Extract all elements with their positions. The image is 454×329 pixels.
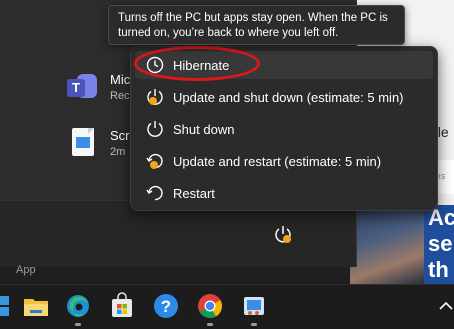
hibernate-tooltip: Turns off the PC but apps stay open. Whe… — [108, 5, 405, 45]
file-explorer-icon[interactable] — [22, 292, 50, 320]
app-label: App — [16, 264, 36, 276]
menu-item-label: Restart — [173, 185, 215, 201]
chrome-icon[interactable] — [196, 292, 224, 320]
chevron-up-icon[interactable] — [432, 292, 454, 320]
taskbar: ? — [0, 284, 454, 329]
update-and-restart-menu-item[interactable]: Update and restart (estimate: 5 min) — [135, 147, 433, 175]
power-update-icon[interactable] — [272, 224, 294, 246]
recommended-item-subtitle: Rec — [110, 90, 130, 102]
tooltip-line: turned on, you’re back to where you left… — [118, 27, 339, 39]
background-ad: Ac se th — [424, 205, 454, 286]
start-icon[interactable] — [0, 292, 16, 320]
menu-item-label: Shut down — [173, 121, 235, 137]
snipping-tool-running-indicator — [251, 323, 257, 326]
restart-icon — [146, 185, 163, 201]
edge-icon[interactable] — [64, 292, 92, 320]
power-icon — [147, 121, 163, 137]
red-annotation-ellipse — [134, 46, 260, 81]
update-restart-icon — [146, 153, 163, 169]
background-photo — [350, 205, 424, 286]
restart-menu-item[interactable]: Restart — [135, 179, 433, 207]
menu-item-label: Update and shut down (estimate: 5 min) — [173, 89, 404, 105]
update-and-shut-down-menu-item[interactable]: Update and shut down (estimate: 5 min) — [135, 83, 433, 111]
svg-text:?: ? — [161, 297, 171, 316]
edge-running-indicator — [75, 323, 81, 326]
ad-text-line: se — [428, 231, 453, 256]
shut-down-menu-item[interactable]: Shut down — [135, 115, 433, 143]
update-power-icon — [147, 89, 163, 105]
recommended-item-title[interactable]: Mic — [110, 72, 130, 87]
image-file-icon[interactable] — [72, 128, 94, 156]
help-icon[interactable]: ? — [152, 292, 180, 320]
store-icon[interactable] — [108, 292, 136, 320]
teams-icon-letter: T — [67, 79, 85, 97]
ad-text-line: th — [428, 257, 449, 282]
tooltip-line: Turns off the PC but apps stay open. Whe… — [118, 12, 388, 24]
menu-item-label: Update and restart (estimate: 5 min) — [173, 153, 382, 169]
snipping-tool-icon[interactable] — [240, 292, 268, 320]
recommended-item-subtitle: 2m — [110, 146, 126, 158]
teams-icon[interactable]: T — [65, 72, 99, 104]
chrome-running-indicator — [207, 323, 213, 326]
